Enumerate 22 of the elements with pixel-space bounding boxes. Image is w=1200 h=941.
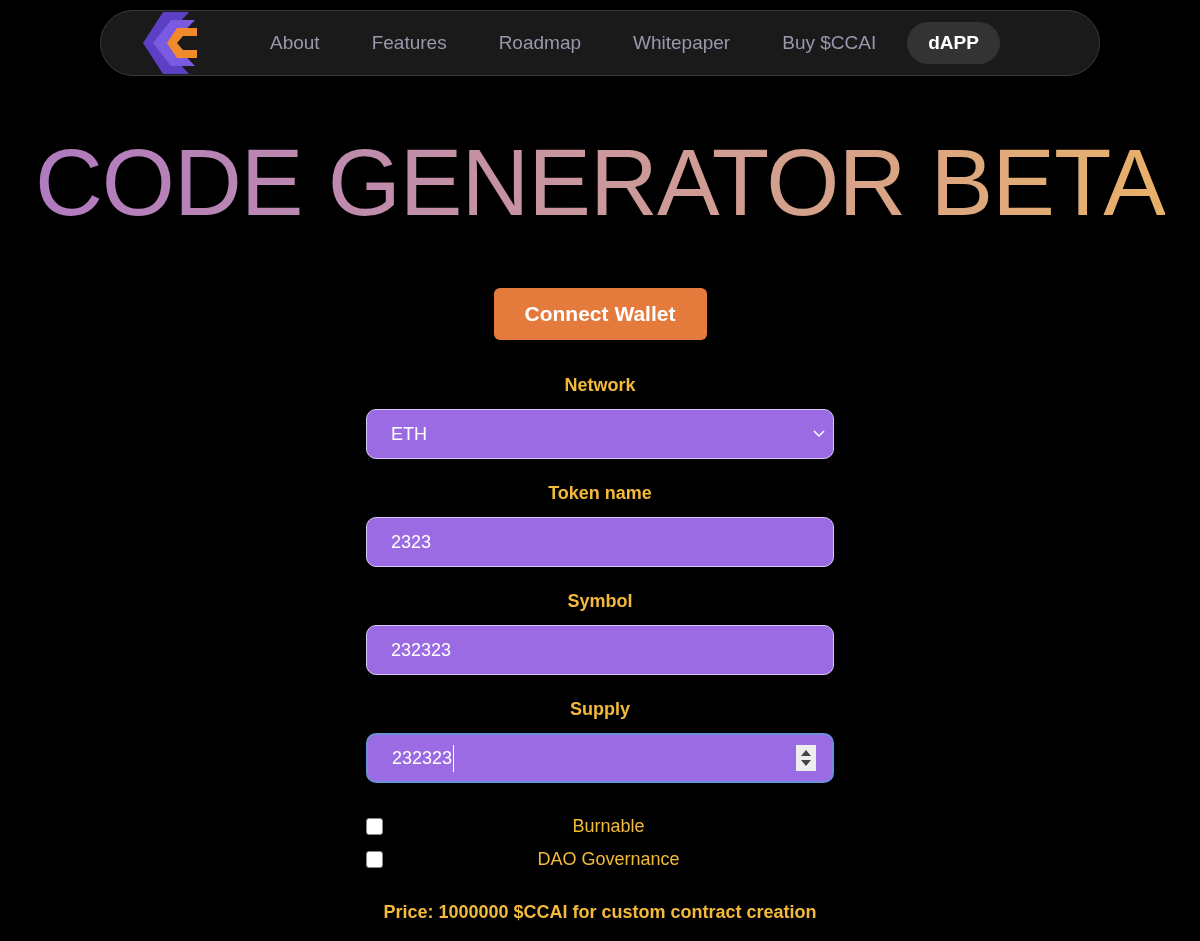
chevron-down-icon bbox=[813, 430, 825, 438]
nav-link[interactable]: Whitepaper bbox=[612, 22, 752, 64]
checkbox[interactable] bbox=[366, 818, 383, 835]
field-label: Supply bbox=[570, 698, 630, 721]
field-label: Symbol bbox=[567, 590, 633, 613]
network-select[interactable]: ETH bbox=[366, 409, 834, 459]
text-field[interactable]: 2323 bbox=[366, 517, 834, 567]
checkbox-label: DAO Governance bbox=[536, 848, 681, 871]
nav-link[interactable]: Features bbox=[350, 22, 468, 64]
logo-icon bbox=[143, 12, 199, 74]
field-label: Network bbox=[564, 374, 636, 397]
nav-link[interactable]: About bbox=[249, 22, 341, 64]
spinner-icon[interactable] bbox=[796, 745, 816, 771]
text-field[interactable]: 232323 bbox=[366, 625, 834, 675]
field-label: Token name bbox=[548, 482, 652, 505]
price-text: Price: 1000000 $CCAI for custom contract creation bbox=[383, 901, 817, 924]
checkbox[interactable] bbox=[366, 851, 383, 868]
nav-link[interactable]: Buy $CCAI bbox=[761, 22, 898, 64]
checkbox-label: Burnable bbox=[571, 815, 646, 838]
number-field[interactable]: 232323 bbox=[366, 733, 834, 783]
nav-link[interactable]: Roadmap bbox=[477, 22, 603, 64]
nav-link[interactable]: dAPP bbox=[907, 22, 1000, 64]
